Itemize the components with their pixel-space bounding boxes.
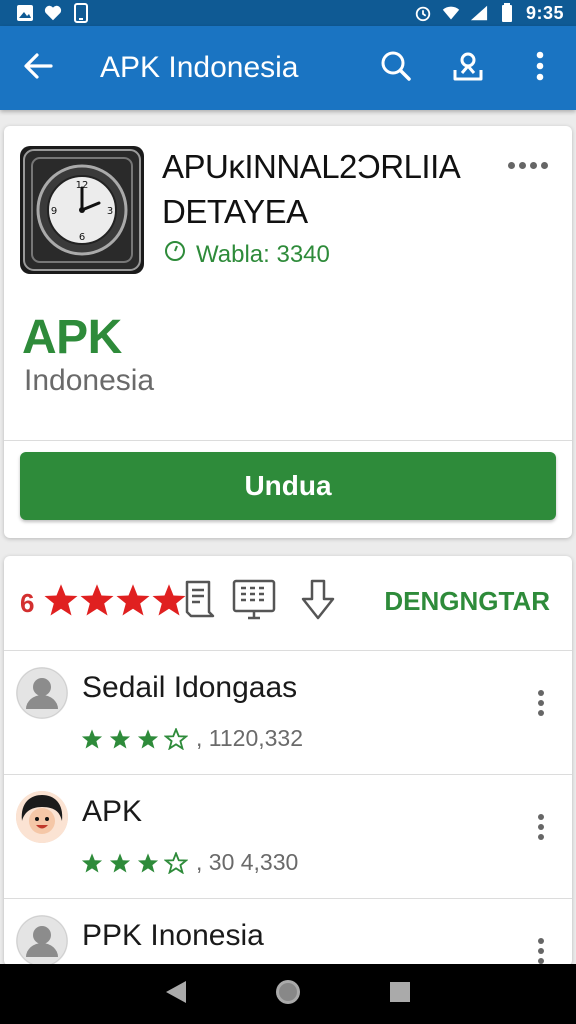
svg-text:6: 6 <box>79 232 85 243</box>
system-nav-bar <box>0 964 576 1024</box>
share-icon <box>451 50 485 87</box>
back-arrow-icon <box>23 51 53 86</box>
grid-monitor-icon <box>232 579 276 626</box>
heart-icon <box>44 4 62 22</box>
battery-icon <box>498 3 516 22</box>
star-icon <box>81 728 103 748</box>
receipt-button[interactable] <box>176 578 224 626</box>
status-bar: 9:35 <box>0 0 576 26</box>
star-icon <box>81 852 103 872</box>
home-circle-icon <box>274 978 302 1011</box>
app-header-card: 12 3 6 9 APUĸINNAL2ƆRLIIA DETAYEA Wabla:… <box>4 126 572 538</box>
star-icon <box>109 728 131 748</box>
list-item-rating: , 1120,332 <box>80 725 303 752</box>
star-outline-icon <box>164 851 188 874</box>
list-item-menu-button[interactable] <box>526 805 556 849</box>
back-triangle-icon <box>164 979 188 1010</box>
rating-score: 6 <box>20 588 35 618</box>
list-item-menu-button[interactable] <box>526 681 556 725</box>
phone-icon <box>72 3 90 23</box>
app-meta-text: Wabla: 3340 <box>196 240 330 268</box>
search-button[interactable] <box>360 26 432 110</box>
brand-subtitle: Indonesia <box>24 364 155 397</box>
app-bar-title: APK Indonesia <box>100 51 299 84</box>
download-icon <box>300 579 336 626</box>
monitor-button[interactable] <box>230 578 278 626</box>
list-item-title: PPK Inonesia <box>82 919 264 952</box>
list-item-count: , 1120,332 <box>196 725 304 751</box>
more-vert-icon <box>535 51 545 86</box>
app-name-line2: DETAYEA <box>162 193 308 230</box>
rating-stars <box>42 582 186 618</box>
image-icon <box>16 4 34 22</box>
svg-text:9: 9 <box>51 206 57 217</box>
list-item[interactable]: PPK Inonesia <box>4 899 572 966</box>
star-icon <box>109 852 131 872</box>
star-icon <box>137 852 159 872</box>
more-options-button[interactable] <box>504 26 576 110</box>
avatar <box>16 915 68 966</box>
app-name: APUĸINNAL2ƆRLIIA DETAYEA <box>162 144 492 234</box>
list-item-count: , 30 4,330 <box>196 849 299 875</box>
nav-back-button[interactable] <box>152 970 200 1018</box>
list-item-menu-button[interactable] <box>526 929 556 966</box>
nav-recents-button[interactable] <box>376 970 424 1018</box>
share-button[interactable] <box>432 26 504 110</box>
avatar <box>16 791 68 843</box>
app-name-line1: APUĸINNAL2ƆRLIIA <box>162 148 461 185</box>
list-item-title: Sedail Idongaas <box>82 671 298 704</box>
app-meta: Wabla: 3340 <box>164 240 330 269</box>
list-item-rating: , 30 4,330 <box>80 849 298 876</box>
clock-app-icon: 12 3 6 9 <box>20 146 144 274</box>
divider <box>4 440 572 441</box>
timer-icon <box>164 240 186 269</box>
follow-link[interactable]: DENGNGTAR <box>384 586 550 617</box>
nav-home-button[interactable] <box>264 970 312 1018</box>
back-button[interactable] <box>0 26 76 110</box>
list-item[interactable]: APK , 30 4,330 <box>4 775 572 899</box>
header-overflow-button[interactable] <box>506 152 550 178</box>
alarm-icon <box>414 4 432 22</box>
rating-row: 6 DENGNGTAR <box>4 556 572 650</box>
download-button[interactable] <box>294 578 342 626</box>
brand-title: APK <box>22 311 122 364</box>
star-icon <box>116 584 150 616</box>
app-bar: APK Indonesia <box>0 26 576 110</box>
list-item-title: APK <box>82 795 143 828</box>
star-icon <box>137 728 159 748</box>
wifi-icon <box>442 4 460 22</box>
star-icon <box>44 584 78 616</box>
reviews-card: 6 DENGNGTAR Sedail Idongaas , 1120,332 A… <box>4 556 572 966</box>
list-item[interactable]: Sedail Idongaas , 1120,332 <box>4 651 572 775</box>
receipt-icon <box>183 580 217 625</box>
avatar <box>16 667 68 719</box>
status-time: 9:35 <box>525 2 564 23</box>
recents-square-icon <box>388 980 412 1009</box>
search-icon <box>380 50 412 87</box>
install-button[interactable]: Undua <box>20 452 556 520</box>
star-outline-icon <box>164 727 188 750</box>
star-icon <box>80 584 114 616</box>
signal-icon <box>470 4 488 22</box>
svg-text:3: 3 <box>107 206 113 217</box>
